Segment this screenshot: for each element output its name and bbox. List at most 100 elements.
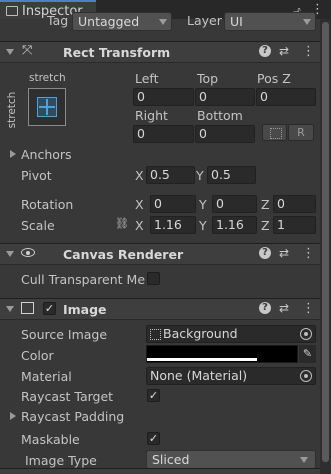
raycast-padding-foldout-arrow-icon[interactable]	[10, 412, 16, 420]
rotation-label: Rotation	[21, 197, 74, 212]
material-field[interactable]: None (Material)	[146, 367, 316, 385]
raycast-target-checkbox[interactable]: ✓	[147, 389, 160, 402]
eyedropper-icon[interactable]: ✎	[299, 345, 316, 363]
pivot-x-axis-label[interactable]: X	[135, 168, 144, 183]
source-image-field[interactable]: Background	[146, 325, 316, 343]
help-icon[interactable]: ?	[259, 45, 271, 57]
rotation-z-field[interactable]: 0	[273, 195, 316, 213]
rotation-x-axis-label[interactable]: X	[135, 197, 144, 212]
next-section-divider	[0, 468, 320, 474]
chevron-down-icon	[303, 19, 311, 25]
top-field[interactable]: 0	[195, 88, 255, 106]
image-type-dropdown[interactable]: Sliced	[146, 450, 316, 469]
source-image-value: Background	[163, 326, 238, 341]
image-title: Image	[63, 302, 107, 317]
object-picker-dot	[304, 332, 308, 336]
right-label: Right	[135, 108, 168, 123]
presets-icon[interactable]: ⇄	[279, 44, 289, 58]
inspector-window: Inspector 🔓︎ ⋮ Tag Untagged Layer UI ⤧ R…	[0, 0, 331, 474]
anchors-foldout-arrow-icon[interactable]	[10, 150, 16, 158]
tag-label: Tag	[47, 13, 69, 28]
scale-z-axis-label[interactable]: Z	[261, 218, 270, 233]
presets-icon[interactable]: ⇄	[279, 301, 289, 315]
scale-y-axis-label[interactable]: Y	[199, 218, 207, 233]
layer-dropdown[interactable]: UI	[224, 12, 316, 31]
scale-y-field[interactable]: 1.16	[212, 216, 257, 234]
sprite-icon	[150, 329, 161, 340]
blueprint-mode-button[interactable]	[262, 124, 287, 141]
image-type-label: Image Type	[25, 453, 97, 468]
image-type-value: Sliced	[152, 452, 190, 467]
anchor-v-arrow-icon	[46, 99, 48, 115]
presets-icon[interactable]: ⇄	[279, 246, 289, 260]
rect-transform-icon: ⤧	[22, 43, 33, 58]
color-swatch[interactable]	[146, 345, 298, 363]
layer-value: UI	[230, 14, 243, 29]
component-menu-icon[interactable]: ⋮	[302, 301, 315, 316]
image-enabled-checkbox[interactable]: ✓	[43, 302, 56, 315]
right-field[interactable]: 0	[133, 125, 194, 143]
rotation-y-field[interactable]: 0	[212, 195, 257, 213]
material-label: Material	[21, 369, 72, 384]
image-component-icon	[21, 302, 34, 314]
canvas-renderer-header[interactable]: Canvas Renderer ? ⇄ ⋮	[0, 243, 320, 265]
canvas-renderer-title: Canvas Renderer	[63, 247, 184, 262]
tag-value: Untagged	[78, 14, 140, 29]
component-menu-icon[interactable]: ⋮	[302, 246, 315, 261]
raw-edit-button[interactable]: R	[288, 124, 314, 141]
color-label: Color	[21, 348, 54, 363]
anchor-preset-side-label: stretch	[6, 91, 18, 129]
rotation-z-axis-label[interactable]: Z	[261, 197, 270, 212]
raw-edit-label: R	[297, 126, 305, 139]
scale-z-field[interactable]: 1	[273, 216, 316, 234]
anchor-preset-button[interactable]	[28, 88, 66, 126]
foldout-arrow-icon[interactable]	[6, 306, 14, 312]
scrollbar-thumb[interactable]	[322, 22, 329, 462]
pivot-y-axis-label[interactable]: Y	[196, 168, 204, 183]
rect-transform-header[interactable]: ⤧ Rect Transform ? ⇄ ⋮	[0, 41, 320, 63]
cull-transparent-checkbox[interactable]	[147, 272, 160, 285]
color-swatch-fill	[147, 346, 297, 358]
rect-transform-title: Rect Transform	[63, 45, 171, 60]
pivot-x-field[interactable]: 0.5	[146, 166, 195, 184]
help-icon[interactable]: ?	[259, 247, 271, 259]
object-picker-dot	[304, 374, 308, 378]
rotation-y-axis-label[interactable]: Y	[199, 197, 207, 212]
scale-label: Scale	[21, 218, 55, 233]
tag-dropdown[interactable]: Untagged	[72, 12, 172, 31]
bottom-field[interactable]: 0	[195, 125, 255, 143]
pivot-label: Pivot	[21, 168, 52, 183]
blueprint-icon	[270, 128, 282, 139]
help-icon[interactable]: ?	[259, 302, 271, 314]
raycast-padding-label[interactable]: Raycast Padding	[21, 409, 124, 424]
top-label: Top	[197, 71, 219, 86]
layer-label: Layer	[187, 13, 222, 28]
component-menu-icon[interactable]: ⋮	[302, 44, 315, 59]
material-value: None (Material)	[150, 368, 248, 383]
chevron-down-icon	[159, 19, 167, 25]
constrain-proportions-icon[interactable]: ⛓︎	[115, 217, 129, 230]
inspector-icon	[6, 6, 18, 16]
left-field[interactable]: 0	[133, 88, 194, 106]
scale-x-axis-label[interactable]: X	[135, 218, 144, 233]
maskable-label: Maskable	[21, 432, 80, 447]
foldout-arrow-icon[interactable]	[6, 251, 14, 257]
anchor-preset-top-label: stretch	[29, 72, 66, 84]
chevron-down-icon	[300, 457, 308, 463]
posz-field[interactable]: 0	[256, 88, 316, 106]
rotation-x-field[interactable]: 0	[150, 195, 196, 213]
color-alpha-bar	[147, 358, 257, 361]
cull-transparent-label: Cull Transparent Mes	[21, 272, 145, 287]
maskable-checkbox[interactable]: ✓	[147, 432, 160, 445]
foldout-arrow-icon[interactable]	[6, 49, 14, 55]
scale-x-field[interactable]: 1.16	[150, 216, 196, 234]
bottom-label: Bottom	[197, 108, 243, 123]
raycast-target-label: Raycast Target	[21, 389, 114, 404]
anchors-label[interactable]: Anchors	[21, 147, 72, 162]
left-label: Left	[135, 71, 159, 86]
eye-pupil-icon	[26, 251, 30, 255]
source-image-label: Source Image	[21, 327, 108, 342]
pivot-y-field[interactable]: 0.5	[207, 166, 256, 184]
image-header[interactable]: ✓ Image ? ⇄ ⋮	[0, 298, 320, 320]
posz-label: Pos Z	[257, 71, 291, 86]
